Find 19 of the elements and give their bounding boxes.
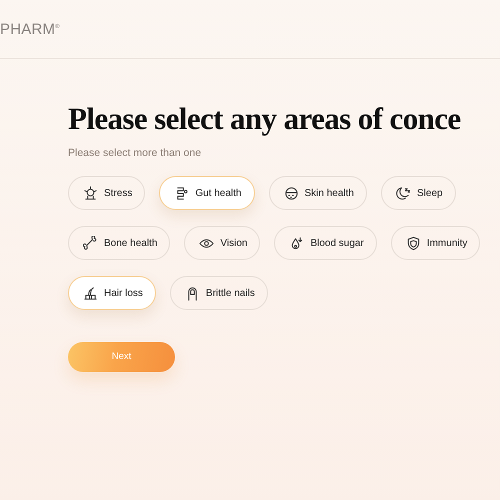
- intestine-icon: [174, 186, 190, 201]
- concern-chip[interactable]: Bone health: [68, 226, 170, 260]
- concern-chip[interactable]: Brittle nails: [170, 276, 268, 310]
- concern-chip[interactable]: Vision: [184, 226, 260, 260]
- shield-icon: [406, 236, 421, 251]
- concern-chip[interactable]: Stress: [68, 176, 146, 210]
- moon-icon: [396, 186, 411, 201]
- concern-chip[interactable]: Immunity: [390, 226, 480, 260]
- page-subtitle: Please select more than one: [68, 146, 202, 161]
- concern-chip[interactable]: Sleep: [380, 176, 456, 210]
- concern-chip[interactable]: Skin health: [268, 176, 367, 210]
- bone-icon: [83, 236, 98, 251]
- page-title: Please select any areas of conce: [68, 101, 462, 137]
- hair-follicle-icon: [83, 286, 98, 301]
- blood-drop-icon: [289, 236, 304, 251]
- concern-chip[interactable]: Blood sugar: [274, 226, 377, 260]
- concern-chip[interactable]: Gut health: [159, 176, 254, 210]
- brand-logo[interactable]: PHARM$^{®}$: [0, 22, 500, 37]
- concern-chip[interactable]: Hair loss: [68, 276, 156, 310]
